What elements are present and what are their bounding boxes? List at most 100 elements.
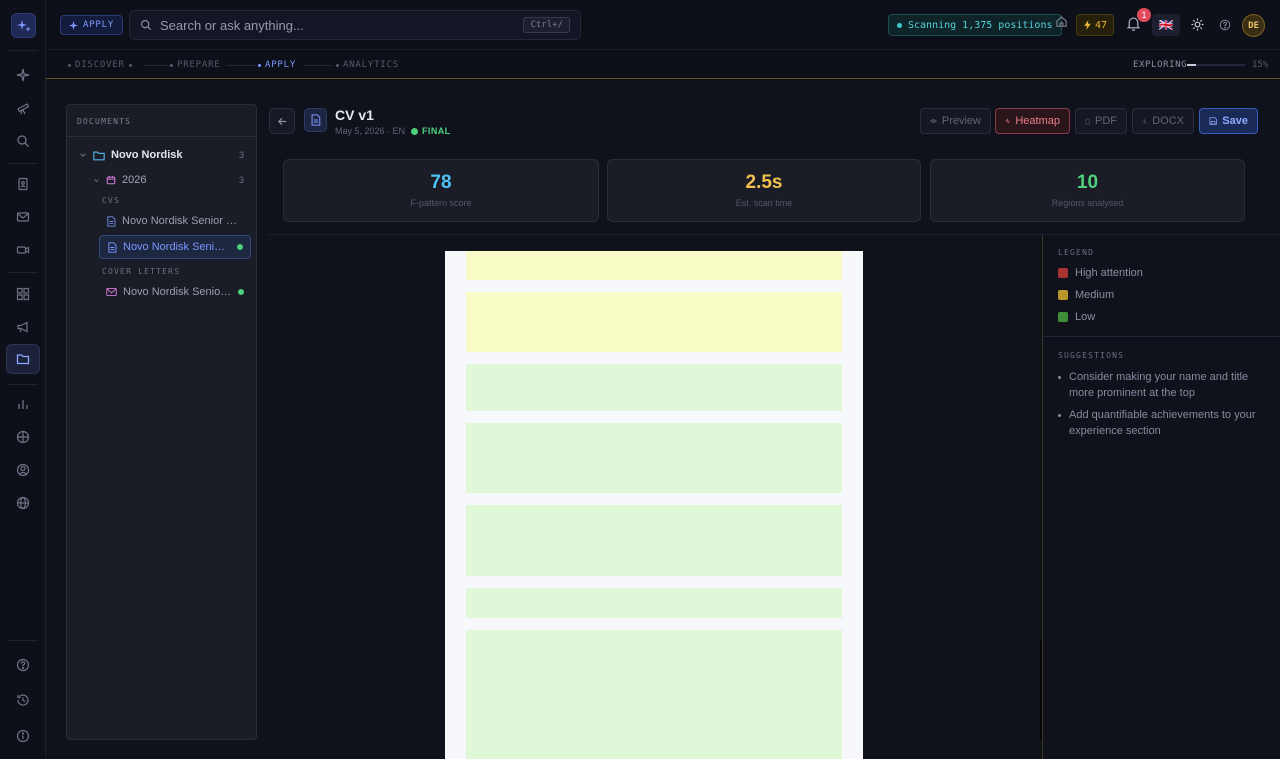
heatmap-region [466,630,842,759]
heatmap-region [466,251,842,280]
video-icon[interactable] [6,235,40,265]
left-rail [0,0,46,759]
regions-label: Regions analysed [1051,198,1124,208]
step-connector [144,65,172,66]
exploring-progress-bar [1187,64,1245,66]
megaphone-icon[interactable] [6,312,40,342]
user-avatar[interactable]: DE [1242,14,1265,37]
scan-status-text: Scanning 1,375 positions [908,19,1053,31]
sparkle-icon [69,20,78,30]
heatmap-label: Heatmap [1015,115,1060,127]
heatmap-region [466,423,842,493]
folder-novo-nordisk[interactable]: Novo Nordisk 3 [79,149,256,161]
heatmap-region [466,588,842,618]
theme-sun-icon[interactable] [1191,18,1204,31]
step-prepare-label: PREPARE [177,60,221,70]
cv-file-item[interactable]: Novo Nordisk Senior Ma... [99,209,251,233]
heatmap-region [466,505,842,576]
chevron-down-icon [94,178,99,182]
search-icon[interactable] [6,126,40,156]
sparkle-logo-icon [16,19,31,32]
cv-heatmap-preview [445,251,863,759]
credits-pill[interactable]: 47 [1076,14,1115,36]
help-icon[interactable] [6,650,40,680]
cover-letter-file-item[interactable]: Novo Nordisk Senior ... [99,280,251,304]
calendar-icon [106,175,116,185]
workflow-steps-bar: DISCOVER PREPARE APPLY ANALYTICS EXPLORI… [46,51,1280,79]
save-disk-icon [1209,117,1217,125]
mail-icon[interactable] [6,202,40,232]
info-icon[interactable] [6,721,40,751]
heatmap-button[interactable]: Heatmap [995,108,1070,134]
apply-badge-label: APPLY [83,20,115,30]
globe-network-icon[interactable] [6,422,40,452]
resume-file-icon[interactable] [6,169,40,199]
stat-card-regions: 10 Regions analysed [930,159,1245,222]
folder-name: Novo Nordisk [111,149,183,161]
legend-label: Medium [1075,289,1115,301]
telescope-icon[interactable] [6,93,40,123]
back-button[interactable] [269,108,295,134]
home-icon[interactable] [1055,15,1068,28]
regions-value: 10 [1076,172,1099,193]
profile-icon[interactable] [6,455,40,485]
discover-sparkle-icon[interactable] [6,60,40,90]
suggestion-text: Add quantifiable achievements to your ex… [1069,409,1256,437]
bolt-icon [1084,20,1091,30]
help-circle-icon[interactable] [1219,19,1231,31]
step-dot [258,63,261,67]
cv-file-name: Novo Nordisk Senior ... [123,241,231,253]
cv-file-item-selected[interactable]: Novo Nordisk Senior ... [99,235,251,259]
preview-button[interactable]: Preview [920,108,991,134]
activity-icon [1005,118,1010,124]
suggestion-item: Add quantifiable achievements to your ex… [1058,407,1263,439]
scan-status-dot [897,22,902,28]
analytics-bar-icon[interactable] [6,389,40,419]
language-switch[interactable]: 🇬🇧 [1152,14,1180,36]
credits-count: 47 [1095,19,1108,31]
step-analytics[interactable]: ANALYTICS [336,60,399,70]
search-input[interactable] [160,17,516,33]
file-icon [1085,118,1090,124]
step-connector [304,65,332,66]
step-discover-label: DISCOVER [75,60,125,70]
globe-icon[interactable] [6,488,40,518]
documents-panel: DOCUMENTS Novo Nordisk 3 2026 3 CVS Novo… [66,104,257,740]
dashboard-grid-icon[interactable] [6,279,40,309]
exploring-label: EXPLORING [1133,60,1188,70]
eye-icon [930,119,937,123]
arrow-left-icon [277,117,286,125]
documents-folder-icon[interactable] [6,344,40,374]
rail-divider [8,640,38,641]
year-count: 3 [238,175,244,185]
search-icon [140,19,152,31]
legend-item-high: High attention [1058,267,1143,279]
cv-file-name: Novo Nordisk Senior Ma... [122,215,244,227]
bullet [1058,414,1061,417]
file-text-icon [107,215,116,227]
cover-letter-file-name: Novo Nordisk Senior ... [123,286,232,298]
docx-button[interactable]: DOCX [1132,108,1194,134]
step-apply[interactable]: APPLY [258,60,296,70]
apply-mode-badge[interactable]: APPLY [60,15,124,35]
search-shortcut-hint: Ctrl+/ [523,17,570,33]
folder-year-2026[interactable]: 2026 3 [93,174,256,186]
history-icon[interactable] [6,685,40,715]
preview-label: Preview [941,115,981,127]
step-discover[interactable]: DISCOVER [68,60,132,70]
legend-label: High attention [1075,267,1143,279]
app-logo[interactable] [11,13,36,38]
step-prepare[interactable]: PREPARE [170,60,221,70]
scan-status-pill[interactable]: Scanning 1,375 positions [888,14,1062,36]
file-text-icon [108,241,117,253]
suggestion-item: Consider making your name and title more… [1058,369,1263,401]
search-bar[interactable]: Ctrl+/ [129,10,581,40]
top-bar: APPLY Ctrl+/ Scanning 1,375 positions 47… [46,0,1280,50]
cover-letters-group-label: COVER LETTERS [102,267,181,276]
save-button[interactable]: Save [1199,108,1258,134]
folder-count: 3 [238,150,244,160]
pdf-button[interactable]: PDF [1075,108,1127,134]
fpattern-score-label: F-pattern score [410,198,472,208]
year-name: 2026 [122,174,147,186]
heatmap-side-panel: LEGEND High attention Medium Low SUGGEST… [1042,235,1280,759]
